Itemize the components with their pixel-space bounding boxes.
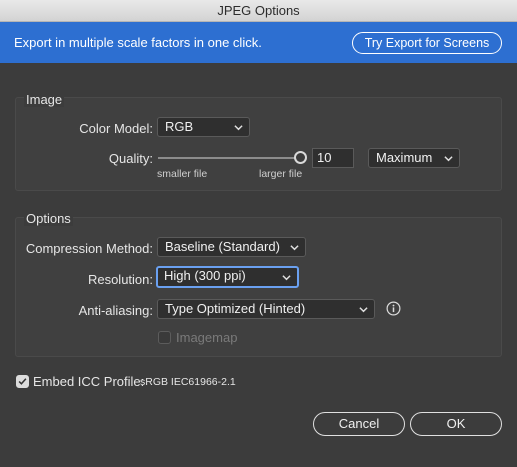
resolution-value: High (300 ppi): [164, 268, 246, 283]
imagemap-label: Imagemap: [176, 330, 238, 345]
cancel-button[interactable]: Cancel: [313, 412, 405, 436]
chevron-down-icon: [444, 156, 453, 162]
quality-slider-track[interactable]: [158, 157, 298, 159]
resolution-label: Resolution:: [87, 272, 153, 287]
chevron-down-icon: [234, 125, 243, 131]
imagemap-checkbox[interactable]: [158, 331, 171, 344]
ok-button[interactable]: OK: [410, 412, 502, 436]
checkmark-icon: [18, 378, 27, 385]
anti-aliasing-select[interactable]: Type Optimized (Hinted): [157, 299, 375, 319]
embed-icc-label: Embed ICC Profile:: [33, 374, 145, 389]
image-group-title: Image: [24, 92, 65, 107]
banner-text: Export in multiple scale factors in one …: [14, 35, 262, 50]
quality-preset-select[interactable]: Maximum: [368, 148, 460, 168]
info-icon[interactable]: [386, 301, 401, 316]
anti-aliasing-label: Anti-aliasing:: [78, 303, 153, 318]
quality-max-caption: larger file: [259, 168, 303, 180]
embed-icc-checkbox[interactable]: [16, 375, 29, 388]
options-group-title: Options: [24, 211, 73, 226]
try-export-for-screens-button[interactable]: Try Export for Screens: [352, 32, 502, 54]
color-model-value: RGB: [165, 119, 194, 134]
window-title: JPEG Options: [217, 3, 300, 18]
quality-label: Quality:: [108, 151, 153, 166]
quality-slider-thumb[interactable]: [294, 151, 307, 164]
quality-preset-value: Maximum: [376, 150, 433, 165]
anti-aliasing-value: Type Optimized (Hinted): [165, 301, 306, 316]
compression-method-value: Baseline (Standard): [165, 239, 280, 254]
color-model-label: Color Model:: [79, 121, 153, 136]
quality-value-field[interactable]: 10: [312, 148, 354, 168]
chevron-down-icon: [359, 307, 368, 313]
resolution-select[interactable]: High (300 ppi): [156, 266, 299, 288]
chevron-down-icon: [282, 275, 291, 281]
export-banner: Export in multiple scale factors in one …: [0, 22, 517, 63]
compression-method-label: Compression Method:: [25, 241, 153, 256]
window-title-bar: JPEG Options: [0, 0, 517, 22]
color-model-select[interactable]: RGB: [157, 117, 250, 137]
icc-profile-value: sRGB IEC61966-2.1: [140, 376, 236, 388]
quality-min-caption: smaller file: [157, 168, 208, 180]
chevron-down-icon: [290, 245, 299, 251]
compression-method-select[interactable]: Baseline (Standard): [157, 237, 306, 257]
